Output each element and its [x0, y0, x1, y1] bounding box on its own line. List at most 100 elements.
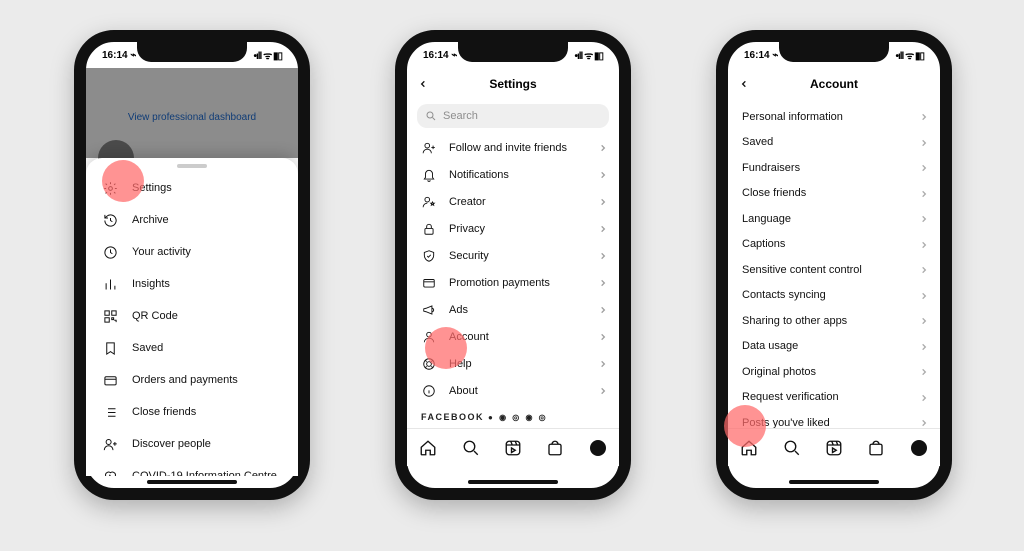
settings-ads[interactable]: Ads	[407, 296, 619, 323]
tab-shop[interactable]	[866, 438, 886, 458]
menu-orders[interactable]: Orders and payments	[86, 364, 298, 396]
menu-qr[interactable]: QR Code	[86, 300, 298, 332]
back-icon[interactable]	[419, 75, 427, 83]
menu-close[interactable]: Close friends	[86, 396, 298, 428]
settings-follow-invite[interactable]: Follow and invite friends	[407, 134, 619, 161]
settings-account[interactable]: Account	[407, 323, 619, 350]
settings-help[interactable]: Help	[407, 350, 619, 377]
status-indicators: •ıll ᯤ ▮▯	[574, 48, 603, 62]
tab-reels[interactable]	[824, 438, 844, 458]
menu-label: Settings	[132, 182, 172, 194]
menu-label: Saved	[132, 342, 163, 354]
status-indicators: •ıll ᯤ ▮▯	[253, 48, 282, 62]
person-star-icon	[421, 194, 437, 210]
settings-notifications[interactable]: Notifications	[407, 161, 619, 188]
tab-profile[interactable]	[588, 438, 608, 458]
status-indicators: •ıll ᯤ ▮▯	[895, 48, 924, 62]
home-indicator	[468, 480, 558, 484]
account-header: Account	[728, 68, 940, 100]
tab-profile[interactable]	[909, 438, 929, 458]
chevron-right-icon	[920, 418, 928, 426]
tab-search[interactable]	[782, 438, 802, 458]
account-label: Personal information	[742, 111, 843, 123]
account-closefriends[interactable]: Close friends	[728, 181, 940, 207]
account-label: Request verification	[742, 391, 839, 403]
bars-icon	[102, 276, 118, 292]
chevron-right-icon	[920, 342, 928, 350]
shield-icon	[421, 248, 437, 264]
account-personal[interactable]: Personal information	[728, 104, 940, 130]
profile-background-dimmed: View professional dashboard	[86, 68, 298, 158]
chevron-right-icon	[920, 393, 928, 401]
notch	[779, 40, 889, 62]
menu-activity[interactable]: Your activity	[86, 236, 298, 268]
phone-settings: 16:14 ⌁ •ıll ᯤ ▮▯ Settings Search Follow…	[395, 30, 631, 500]
menu-settings[interactable]: Settings	[86, 172, 298, 204]
settings-creator[interactable]: Creator	[407, 188, 619, 215]
account-original[interactable]: Original photos	[728, 359, 940, 385]
professional-dashboard-link[interactable]: View professional dashboard	[86, 112, 298, 123]
settings-promo[interactable]: Promotion payments	[407, 269, 619, 296]
account-data[interactable]: Data usage	[728, 334, 940, 360]
phone-account: 16:14 ⌁ •ıll ᯤ ▮▯ Account Personal infor…	[716, 30, 952, 500]
chevron-right-icon	[920, 291, 928, 299]
account-captions[interactable]: Captions	[728, 232, 940, 258]
tab-home[interactable]	[418, 438, 438, 458]
settings-label: Security	[449, 250, 489, 262]
clock-icon	[102, 244, 118, 260]
bottom-sheet: Settings Archive Your activity Insights QR C…	[86, 158, 298, 476]
menu-label: Your activity	[132, 246, 191, 258]
status-time: 16:14 ⌁	[423, 50, 457, 61]
home-indicator	[789, 480, 879, 484]
user-icon	[421, 329, 437, 345]
settings-security[interactable]: Security	[407, 242, 619, 269]
menu-covid[interactable]: COVID-19 Information Centre	[86, 460, 298, 476]
account-contacts[interactable]: Contacts syncing	[728, 283, 940, 309]
account-verify[interactable]: Request verification	[728, 385, 940, 411]
settings-label: Privacy	[449, 223, 485, 235]
menu-archive[interactable]: Archive	[86, 204, 298, 236]
info-icon	[421, 383, 437, 399]
settings-label: Promotion payments	[449, 277, 550, 289]
search-placeholder: Search	[443, 110, 478, 122]
menu-discover[interactable]: Discover people	[86, 428, 298, 460]
settings-privacy[interactable]: Privacy	[407, 215, 619, 242]
tab-home[interactable]	[739, 438, 759, 458]
account-saved[interactable]: Saved	[728, 130, 940, 156]
settings-about[interactable]: About	[407, 377, 619, 404]
search-input[interactable]: Search	[417, 104, 609, 128]
menu-label: COVID-19 Information Centre	[132, 470, 277, 476]
back-icon[interactable]	[740, 75, 748, 83]
tab-shop[interactable]	[545, 438, 565, 458]
chevron-right-icon	[920, 316, 928, 324]
status-time: 16:14 ⌁	[102, 50, 136, 61]
account-label: Captions	[742, 238, 785, 250]
bell-icon	[421, 167, 437, 183]
gear-icon	[102, 180, 118, 196]
tab-search[interactable]	[461, 438, 481, 458]
menu-insights[interactable]: Insights	[86, 268, 298, 300]
account-sensitive[interactable]: Sensitive content control	[728, 257, 940, 283]
chevron-right-icon	[599, 305, 607, 313]
chevron-right-icon	[920, 367, 928, 375]
settings-title: Settings	[489, 77, 536, 91]
chevron-right-icon	[599, 359, 607, 367]
settings-label: Ads	[449, 304, 468, 316]
chevron-right-icon	[599, 251, 607, 259]
chevron-right-icon	[599, 170, 607, 178]
account-fundraisers[interactable]: Fundraisers	[728, 155, 940, 181]
card-icon	[102, 372, 118, 388]
menu-saved[interactable]: Saved	[86, 332, 298, 364]
menu-label: QR Code	[132, 310, 178, 322]
tab-reels[interactable]	[503, 438, 523, 458]
sheet-grip[interactable]	[177, 164, 207, 168]
settings-label: Follow and invite friends	[449, 142, 567, 154]
clock-back-icon	[102, 212, 118, 228]
chevron-right-icon	[599, 386, 607, 394]
account-label: Language	[742, 213, 791, 225]
card-icon	[421, 275, 437, 291]
chevron-right-icon	[920, 265, 928, 273]
account-sharing[interactable]: Sharing to other apps	[728, 308, 940, 334]
account-language[interactable]: Language	[728, 206, 940, 232]
chevron-right-icon	[920, 163, 928, 171]
